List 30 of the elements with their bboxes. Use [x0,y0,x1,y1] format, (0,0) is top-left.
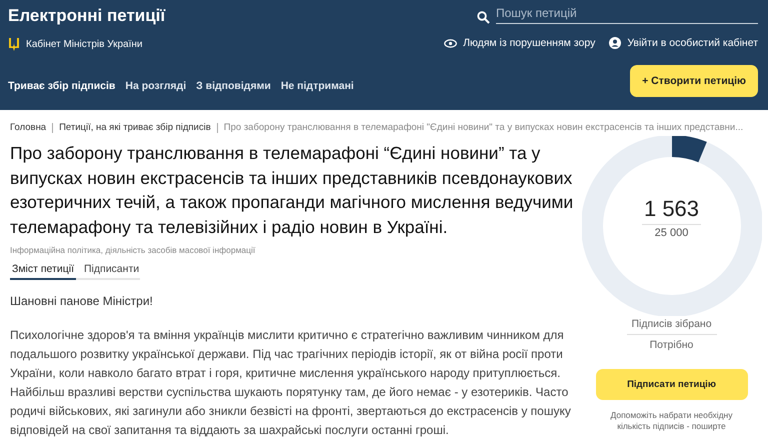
greeting: Шановні панове Міністри! [10,294,154,308]
petition-text: Психологічне здоров'я та вміння українців мислити критично є стратегічно важливим чинником для подальшого розвитку української держави. Під час трагічних періодів історії, як от війна росії проти України, коли навколо багато втрат і горя, критичне мислення українського народу притуплюється. Найбільш вразливі верстви суспільства шукають порятунку там, де його немає - у езотериків. Часто родичі військових, які загинули або зникли безвісті на фронті, звертаються до екстрасенсів у пошуку відповідей на свої запитання та віддають за шахрайські послуги останні гроші. [10,327,572,439]
tab[interactable]: Зміст петиції [10,263,76,280]
trident-icon [8,36,20,52]
create-petition-button[interactable]: + Створити петицію [630,65,758,97]
help-text: Допоможіть набрати необхідну кількість підписів - поширте [610,410,734,432]
needed-label: Потрібно [650,339,694,351]
search-field[interactable]: Пошук петицій [496,6,758,24]
petition-title: Про заборону транслювання в телемарафоні “Єдині новини” та у випусках новин екстрасенсів та інших представників псевдонаукових езотеричних течій, а також пропаганди магічного мислення ведучими телемарафону та телевізійних і радіо новин в Україні. [10,142,574,239]
progress-ring-fill [670,136,706,162]
user-icon [609,37,622,49]
breadcrumb-link[interactable]: Головна [10,122,46,133]
nav-link[interactable]: З відповідями [196,80,271,94]
nav-link[interactable]: Не підтримані [280,80,354,94]
nav-link[interactable]: Триває збір підписів [8,80,116,94]
sign-petition-button[interactable]: Підписати петицію [596,369,748,400]
eye-icon [444,38,458,48]
tab[interactable]: Підписанти [82,263,142,280]
breadcrumb-current: Про заборону транслювання в телемарафоні "Єдині новини" та у випусках новин екстрасенсів та інших представни... [224,122,744,133]
breadcrumb-link[interactable]: Петиції, на які триває збір підписів [59,122,211,133]
subtitle: Кабінет Міністрів України [26,38,142,50]
accessibility-link[interactable]: Людям із порушенням зору [444,37,596,49]
site-title: Електронні петиції [8,6,166,26]
nav-link[interactable]: На розгляді [125,80,186,94]
collected-label: Підписів зібрано [626,318,716,335]
petition-category: Інформаційна політика, діяльність засобів масової інформації [10,245,256,255]
login-link[interactable]: Увійти в особистий кабінет [609,37,758,49]
signature-goal: 25 000 [654,227,688,239]
signature-count: 1 563 [642,196,702,225]
search-icon [477,11,490,24]
